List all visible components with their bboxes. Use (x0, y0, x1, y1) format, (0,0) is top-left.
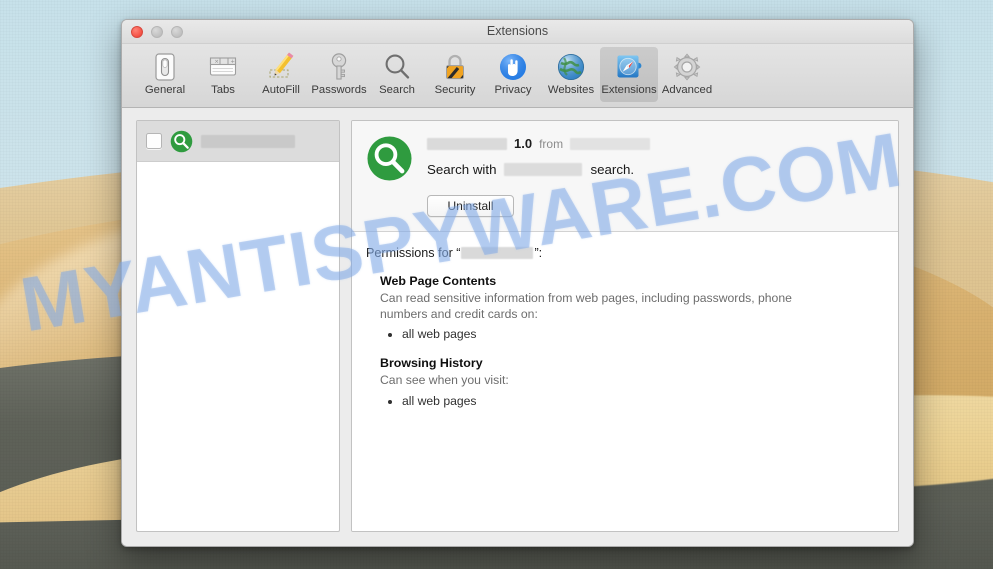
toolbar-label-privacy: Privacy (494, 84, 531, 96)
toolbar-item-autofill[interactable]: AutoFill (252, 47, 310, 102)
extension-description: Search with search. (427, 162, 884, 177)
padlock-icon (439, 51, 471, 83)
toolbar-item-advanced[interactable]: Advanced (658, 47, 716, 102)
minimize-button[interactable] (151, 26, 163, 38)
safari-preferences-window: Extensions General × + Tabs (121, 19, 914, 547)
toolbar-label-security: Security (435, 84, 476, 96)
extension-version: 1.0 (514, 136, 532, 151)
key-icon (323, 51, 355, 83)
permissions-title-prefix: Permissions for “ (366, 246, 460, 260)
description-suffix: search. (590, 162, 634, 177)
toolbar-item-websites[interactable]: Websites (542, 47, 600, 102)
permission-scope-item: all web pages (402, 326, 882, 343)
toolbar-item-tabs[interactable]: × + Tabs (194, 47, 252, 102)
permission-description: Can read sensitive information from web … (380, 291, 812, 322)
svg-text:+: + (230, 59, 235, 65)
extension-from-label: from (539, 137, 563, 151)
permissions-title-suffix: ”: (534, 246, 542, 260)
toolbar-label-search: Search (379, 84, 415, 96)
permission-heading: Browsing History (380, 356, 882, 370)
uninstall-button[interactable]: Uninstall (427, 195, 514, 217)
extension-name-redacted (427, 138, 507, 150)
extension-title-line: 1.0 from (427, 135, 884, 152)
toolbar-label-tabs: Tabs (211, 84, 235, 96)
permission-group-browsing-history: Browsing History Can see when you visit:… (380, 356, 882, 410)
toolbar-label-autofill: AutoFill (262, 84, 300, 96)
permissions-section: Permissions for “ ”: Web Page Contents C… (352, 232, 898, 531)
window-titlebar: Extensions (122, 20, 913, 44)
hand-icon (497, 51, 529, 83)
toolbar-label-websites: Websites (548, 84, 594, 96)
window-controls (131, 26, 183, 38)
extension-list-item[interactable] (137, 121, 339, 162)
extensions-list[interactable] (136, 120, 340, 532)
toolbar-item-passwords[interactable]: Passwords (310, 47, 368, 102)
toolbar-item-security[interactable]: Security (426, 47, 484, 102)
toolbar-label-advanced: Advanced (662, 84, 712, 96)
green-magnifier-icon (366, 135, 413, 182)
extension-meta: 1.0 from Search with search. Uninstall (427, 133, 884, 217)
search-provider-redacted (504, 163, 582, 176)
permission-scope-item: all web pages (402, 393, 882, 410)
globe-icon (555, 51, 587, 83)
toolbar-label-extensions: Extensions (601, 84, 656, 96)
permission-scope-list: all web pages (380, 393, 882, 410)
extension-vendor-redacted (570, 138, 650, 150)
toolbar-item-search[interactable]: Search (368, 47, 426, 102)
close-button[interactable] (131, 26, 143, 38)
gear-icon (671, 51, 703, 83)
preferences-content: 1.0 from Search with search. Uninstall P… (122, 108, 913, 546)
svg-text:×: × (214, 59, 219, 65)
tabs-icon: × + (207, 51, 239, 83)
preferences-toolbar: General × + Tabs (122, 44, 913, 108)
extension-enable-checkbox[interactable] (146, 133, 162, 149)
zoom-button[interactable] (171, 26, 183, 38)
toolbar-item-general[interactable]: General (136, 47, 194, 102)
permissions-extension-name-redacted (461, 247, 533, 259)
permission-heading: Web Page Contents (380, 274, 882, 288)
magnifier-icon (381, 51, 413, 83)
description-prefix: Search with (427, 162, 496, 177)
toolbar-label-general: General (145, 84, 185, 96)
toolbar-item-privacy[interactable]: Privacy (484, 47, 542, 102)
extension-detail-header: 1.0 from Search with search. Uninstall (352, 121, 898, 232)
safari-puzzle-icon (613, 51, 645, 83)
autofill-pencil-icon (265, 51, 297, 83)
window-title: Extensions (122, 20, 913, 43)
general-switch-icon (149, 51, 181, 83)
permission-description: Can see when you visit: (380, 373, 812, 389)
green-magnifier-icon (170, 130, 193, 153)
extension-detail-panel: 1.0 from Search with search. Uninstall P… (351, 120, 899, 532)
permissions-title: Permissions for “ ”: (366, 246, 882, 260)
permission-group-web-page-contents: Web Page Contents Can read sensitive inf… (380, 274, 882, 343)
toolbar-item-extensions[interactable]: Extensions (600, 47, 658, 102)
permission-scope-list: all web pages (380, 326, 882, 343)
toolbar-label-passwords: Passwords (311, 84, 366, 96)
extension-name-redacted (201, 135, 295, 148)
